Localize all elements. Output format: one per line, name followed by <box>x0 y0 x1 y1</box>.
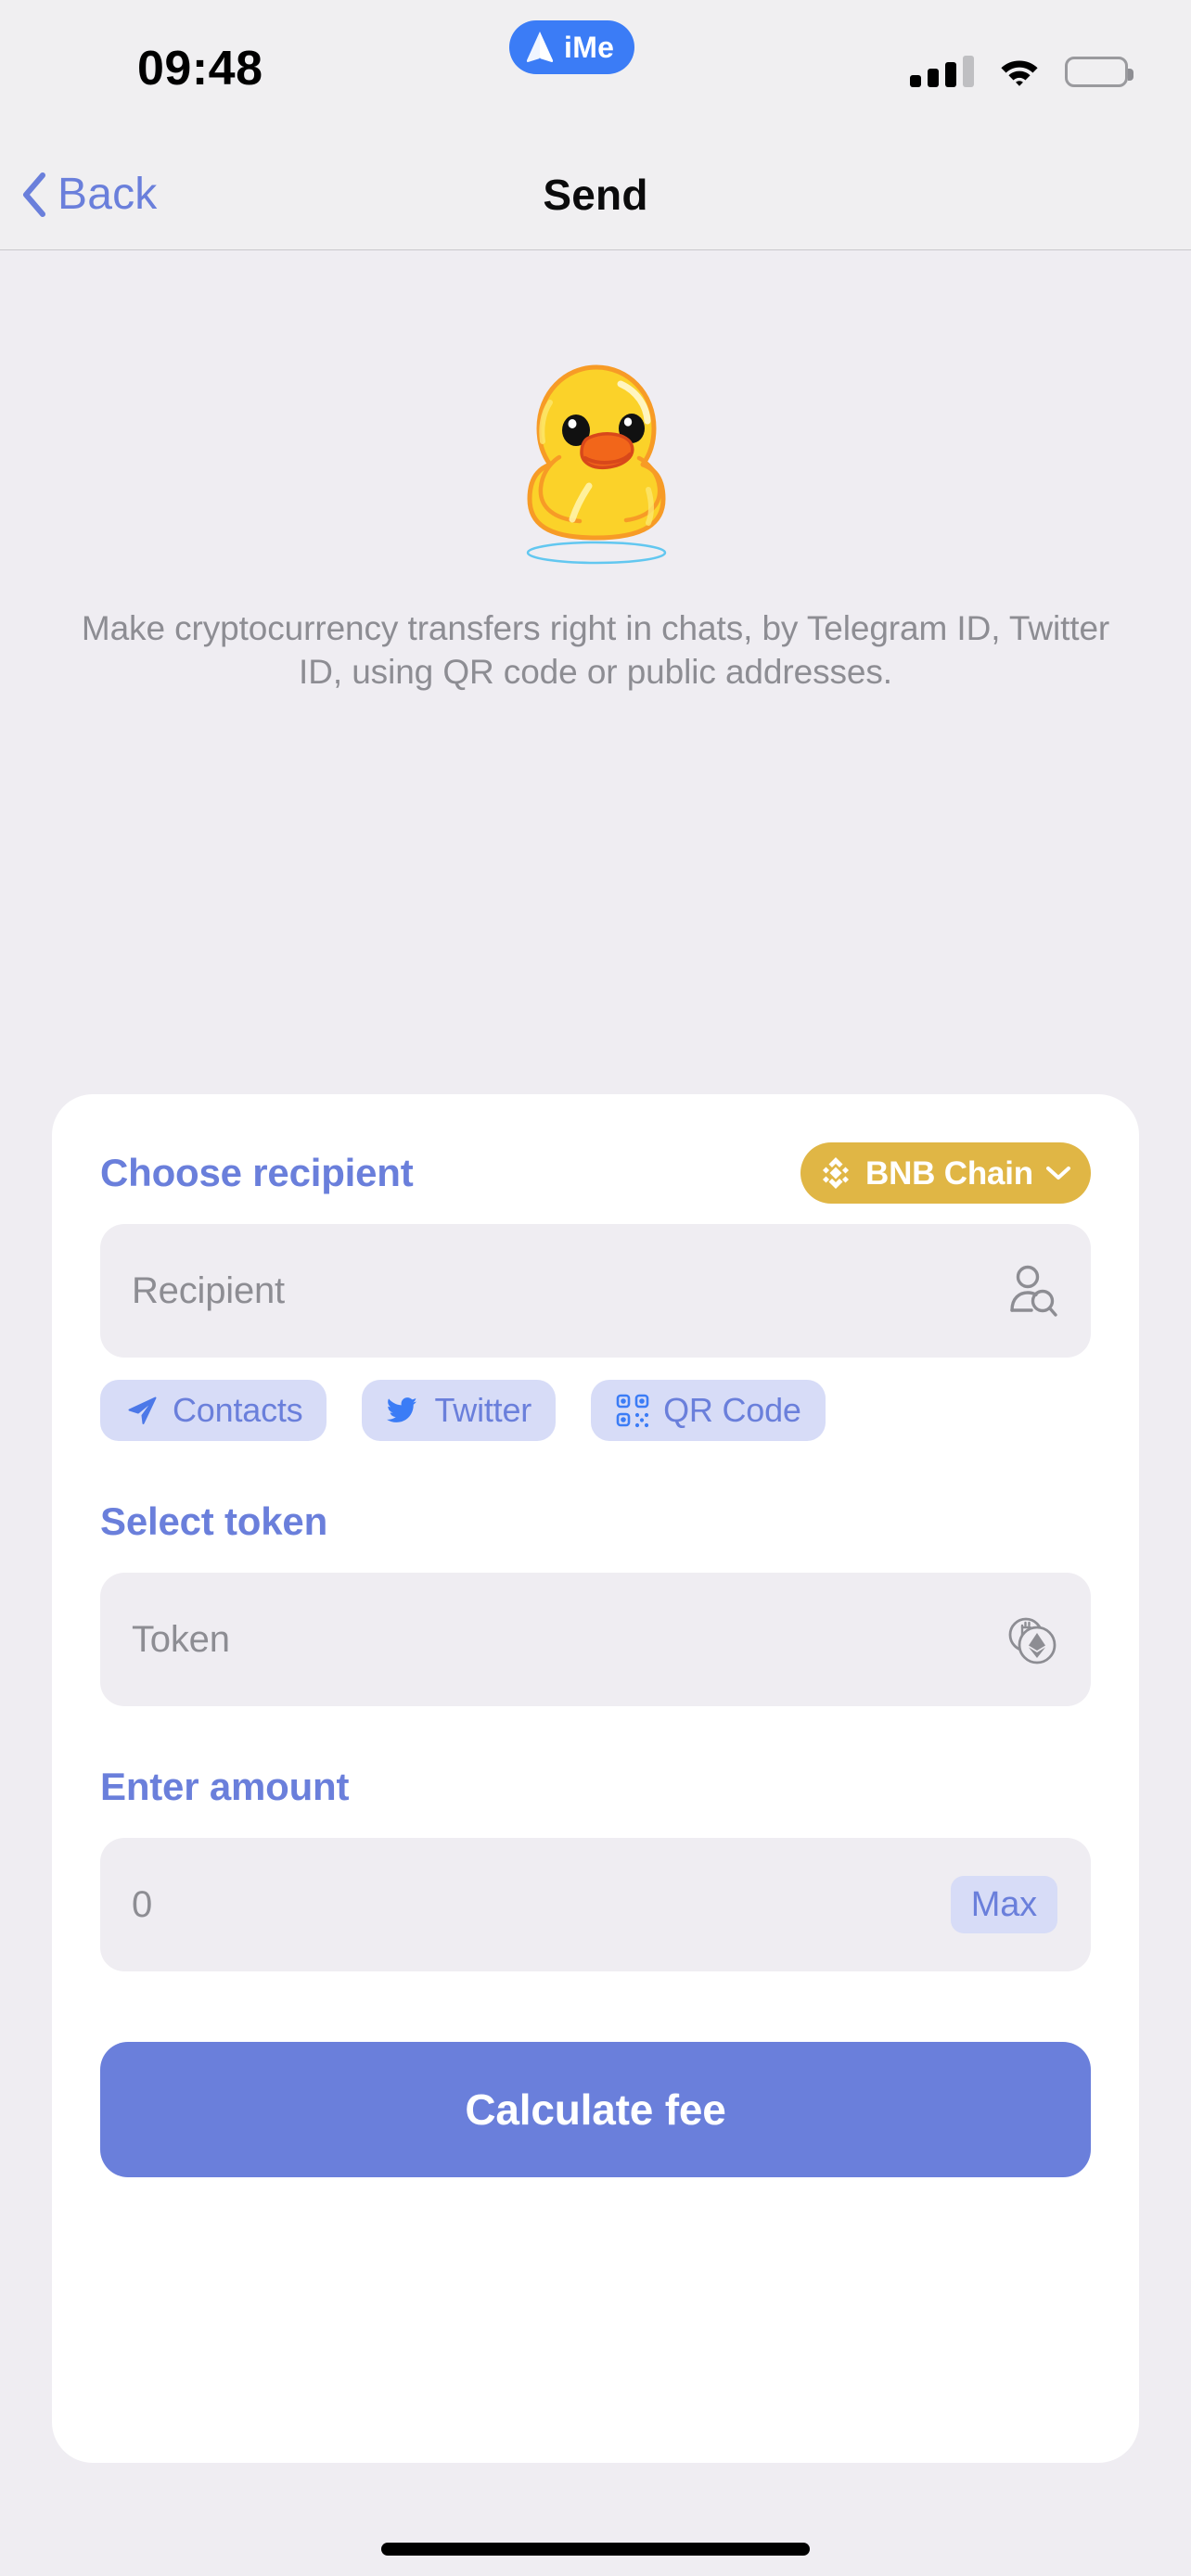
recipient-input-placeholder: Recipient <box>132 1270 285 1311</box>
token-section-header: Select token <box>100 1491 1091 1552</box>
status-bar-clock: 09:48 <box>137 42 263 96</box>
contacts-chip-label: Contacts <box>173 1391 303 1429</box>
phone-screen: 09:48 iMe Back Send Make cryptocurrency … <box>0 0 1191 2576</box>
calculate-fee-button[interactable]: Calculate fee <box>100 2042 1091 2177</box>
recipient-section-header: Choose recipient BNB Chain <box>100 1142 1091 1204</box>
chevron-down-icon <box>1046 1167 1070 1180</box>
ime-logo-icon <box>526 32 554 62</box>
rubber-duck-sticker <box>480 341 711 573</box>
twitter-bird-icon <box>387 1397 417 1422</box>
ime-app-pill-label: iMe <box>564 31 615 64</box>
crypto-coins-icon[interactable] <box>1004 1613 1057 1666</box>
token-section-title: Select token <box>100 1499 328 1543</box>
amount-input-value: 0 <box>132 1884 153 1925</box>
amount-section: Enter amount 0 Max <box>100 1756 1091 1971</box>
back-button-label: Back <box>58 169 158 219</box>
chain-selector-label: BNB Chain <box>865 1154 1033 1192</box>
token-input[interactable]: Token <box>100 1573 1091 1706</box>
twitter-chip[interactable]: Twitter <box>362 1380 557 1441</box>
bnb-chain-icon <box>823 1157 850 1189</box>
cellular-signal-icon <box>910 56 974 87</box>
qr-code-icon <box>616 1394 649 1428</box>
paper-plane-icon <box>128 1396 157 1424</box>
wifi-icon <box>1001 60 1038 86</box>
person-search-icon[interactable] <box>1005 1264 1057 1318</box>
home-indicator <box>381 2543 810 2556</box>
token-input-placeholder: Token <box>132 1619 230 1660</box>
qr-code-chip[interactable]: QR Code <box>591 1380 826 1441</box>
recipient-input[interactable]: Recipient <box>100 1224 1091 1358</box>
recipient-section-title: Choose recipient <box>100 1151 414 1194</box>
recipient-source-chips: Contacts Twitter QR Code <box>100 1380 1091 1441</box>
amount-section-title: Enter amount <box>100 1765 350 1808</box>
amount-input[interactable]: 0 Max <box>100 1838 1091 1971</box>
back-button[interactable]: Back <box>20 172 158 218</box>
main-content: Make cryptocurrency transfers right in c… <box>0 250 1191 2576</box>
amount-section-header: Enter amount <box>100 1756 1091 1817</box>
qr-code-chip-label: QR Code <box>663 1391 801 1429</box>
status-bar-indicators <box>910 46 1133 87</box>
twitter-chip-label: Twitter <box>434 1391 532 1429</box>
hero-section: Make cryptocurrency transfers right in c… <box>0 250 1191 695</box>
send-form-card: Choose recipient BNB Chain Recipient Con… <box>52 1094 1139 2463</box>
navigation-bar: Back Send <box>0 139 1191 250</box>
ime-app-pill[interactable]: iMe <box>509 20 635 74</box>
chain-selector-button[interactable]: BNB Chain <box>800 1142 1091 1204</box>
page-title: Send <box>543 170 648 219</box>
chevron-left-icon <box>23 172 45 217</box>
status-bar: 09:48 iMe <box>0 0 1191 139</box>
token-section: Select token Token <box>100 1491 1091 1706</box>
contacts-chip[interactable]: Contacts <box>100 1380 327 1441</box>
hero-description: Make cryptocurrency transfers right in c… <box>81 609 1110 692</box>
battery-icon <box>1065 57 1133 87</box>
calculate-fee-button-label: Calculate fee <box>465 2085 726 2134</box>
max-amount-button[interactable]: Max <box>950 1876 1057 1933</box>
